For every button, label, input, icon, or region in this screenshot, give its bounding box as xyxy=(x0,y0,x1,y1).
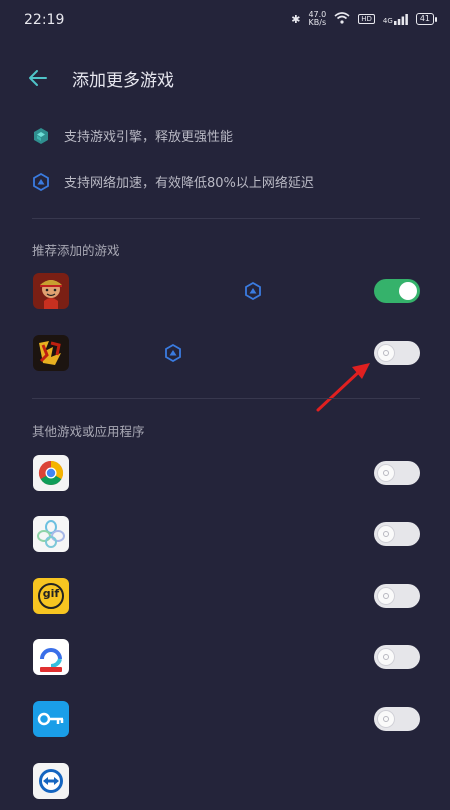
list-item-app-key xyxy=(0,690,450,748)
toggle-switch-off[interactable] xyxy=(374,461,420,485)
toggle-switch-off[interactable] xyxy=(374,341,420,365)
flower-app-icon xyxy=(33,516,69,552)
signal-icon: 4G xyxy=(383,13,408,25)
one-piece-game-icon xyxy=(33,273,69,309)
back-arrow-icon xyxy=(29,70,47,86)
back-button[interactable] xyxy=(24,64,52,92)
teamviewer-icon xyxy=(33,763,69,799)
toggle-knob xyxy=(377,525,395,543)
network-boost-icon xyxy=(244,281,262,301)
page-title: 添加更多游戏 xyxy=(72,71,174,91)
gif-app-icon: gif xyxy=(33,578,69,614)
status-bar: 22:19 ✱ 47.0 KB/s HD 4G 41 xyxy=(0,0,450,40)
annotation-arrow-icon xyxy=(316,363,370,412)
list-item-app-gif: gif xyxy=(0,567,450,625)
wifi-icon xyxy=(334,11,350,27)
baidu-netdisk-icon xyxy=(33,639,69,675)
divider xyxy=(32,218,420,219)
toggle-knob xyxy=(377,464,395,482)
toggle-switch-off[interactable] xyxy=(374,707,420,731)
page-header: 添加更多游戏 xyxy=(0,56,450,100)
divider xyxy=(32,398,420,399)
toggle-switch-off[interactable] xyxy=(374,645,420,669)
game-engine-icon xyxy=(32,127,50,145)
list-item-recommended-game-2 xyxy=(0,324,450,382)
three-kingdoms-game-icon xyxy=(33,335,69,371)
network-boost-icon xyxy=(164,343,182,363)
net-speed: 47.0 KB/s xyxy=(308,10,327,27)
list-item-app-teamviewer xyxy=(0,752,450,810)
list-item-recommended-game-1 xyxy=(0,262,450,320)
toggle-knob xyxy=(399,282,417,300)
toggle-knob xyxy=(377,587,395,605)
list-item-app-flower xyxy=(0,505,450,563)
status-time: 22:19 xyxy=(24,12,65,28)
section-recommended-heading: 推荐添加的游戏 xyxy=(32,243,120,258)
battery-indicator: 41 xyxy=(415,13,438,25)
key-app-icon xyxy=(33,701,69,737)
hd-badge: HD xyxy=(358,14,375,24)
list-item-app-baidu-netdisk xyxy=(0,628,450,686)
toggle-knob xyxy=(377,648,395,666)
feature-game-engine: 支持游戏引擎，释放更强性能 xyxy=(32,126,233,145)
bluetooth-icon: ✱ xyxy=(291,12,301,26)
status-icons: ✱ 47.0 KB/s HD 4G 41 xyxy=(291,10,438,27)
chrome-icon xyxy=(33,455,69,491)
list-item-app-chrome xyxy=(0,444,450,502)
network-boost-icon xyxy=(32,172,50,191)
feature-network-boost: 支持网络加速，有效降低80%以上网络延迟 xyxy=(32,172,314,191)
toggle-switch-on[interactable] xyxy=(374,279,420,303)
toggle-knob xyxy=(377,710,395,728)
toggle-switch-off[interactable] xyxy=(374,522,420,546)
section-others-heading: 其他游戏或应用程序 xyxy=(32,424,145,439)
toggle-switch-off[interactable] xyxy=(374,584,420,608)
